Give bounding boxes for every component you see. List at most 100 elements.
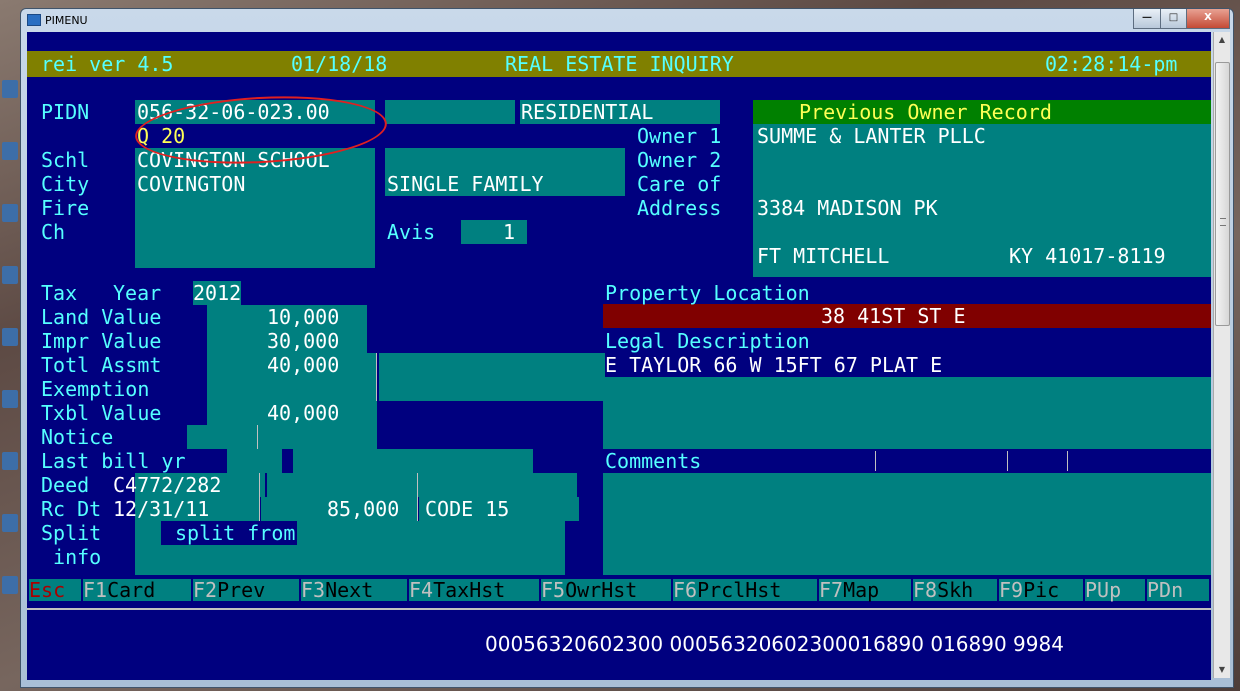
app-icon: [27, 14, 41, 26]
window-title: PIMENU: [45, 14, 88, 27]
land-label: Land Value: [41, 305, 162, 329]
function-key-bar: Esc F1Card F2Prev F3Next F4TaxHst F5OwrH…: [27, 577, 1211, 603]
pidn-suffix-field[interactable]: [385, 100, 515, 124]
f8-skh-key[interactable]: F8Skh: [913, 579, 997, 601]
last-bill-field-2[interactable]: [293, 449, 533, 473]
notice-field-2[interactable]: [257, 425, 377, 449]
property-class: RESIDENTIAL: [521, 100, 654, 124]
f8-action-label: Skh: [937, 578, 974, 602]
avis-label: Avis: [387, 220, 436, 244]
desktop-shortcut-icon[interactable]: [2, 576, 18, 594]
desktop-shortcut-icon[interactable]: [2, 328, 18, 346]
legal-description-box[interactable]: [603, 377, 1211, 449]
minimize-button[interactable]: —: [1133, 9, 1161, 29]
land-value: 10,000: [267, 305, 340, 329]
owner-state-zip: KY 41017-8119: [1009, 244, 1166, 268]
property-location-label: Property Location: [605, 281, 810, 305]
scroll-thumb[interactable]: [1215, 62, 1230, 326]
desktop-shortcut-icon[interactable]: [2, 514, 18, 532]
property-location: 38 41ST ST E: [821, 304, 966, 328]
f9-key-label: F9: [999, 578, 1024, 602]
scroll-down-icon[interactable]: ▼: [1214, 662, 1230, 678]
sale-code: CODE 15: [425, 497, 510, 521]
f4-taxhst-key[interactable]: F4TaxHst: [409, 579, 539, 601]
scroll-up-icon[interactable]: ▲: [1214, 32, 1230, 48]
close-button[interactable]: X: [1186, 9, 1230, 29]
f4-action-label: TaxHst: [433, 578, 506, 602]
vertical-scrollbar[interactable]: ▲ ▼: [1213, 32, 1230, 678]
deed-field-2[interactable]: [267, 473, 577, 497]
desktop-shortcut-icon[interactable]: [2, 452, 18, 470]
comments-box[interactable]: [603, 473, 1211, 575]
divider: [259, 473, 260, 497]
desktop-icon-strip: [0, 80, 20, 620]
f3-next-key[interactable]: F3Next: [301, 579, 407, 601]
desktop-shortcut-icon[interactable]: [2, 266, 18, 284]
totl-extra-box[interactable]: [379, 353, 605, 401]
esc-key[interactable]: Esc: [29, 579, 81, 601]
status-codes: 00056320602300 00056320602300016890 0168…: [485, 632, 1064, 656]
txbl-label: Txbl Value: [41, 401, 162, 425]
split-from-label: split from: [161, 521, 298, 545]
comments-label: Comments: [605, 449, 702, 473]
pup-key-label: PUp: [1085, 578, 1122, 602]
f4-key-label: F4: [409, 578, 434, 602]
ch-label: Ch: [41, 220, 66, 244]
f5-action-label: OwrHst: [565, 578, 638, 602]
screen-title: REAL ESTATE INQUIRY: [505, 52, 734, 76]
esc-key-label: Esc: [29, 578, 66, 602]
status-area: 00056320602300 00056320602300016890 0168…: [27, 608, 1211, 680]
split-label: Split: [41, 521, 102, 545]
notice-label: Notice: [41, 425, 114, 449]
address-label: Address: [637, 196, 722, 220]
school-label: Schl: [41, 148, 90, 172]
city-value: COVINGTON: [137, 172, 246, 196]
notice-field[interactable]: [187, 425, 257, 449]
owner1-value: SUMME & LANTER PLLC: [757, 124, 986, 148]
exemption-label: Exemption: [41, 377, 150, 401]
maximize-button[interactable]: □: [1160, 9, 1187, 29]
terminal-screen[interactable]: rei ver 4.5 01/18/18 REAL ESTATE INQUIRY…: [27, 32, 1211, 680]
f2-prev-key[interactable]: F2Prev: [193, 579, 299, 601]
impr-value: 30,000: [267, 329, 340, 353]
rc-date: 12/31/11: [113, 497, 210, 521]
f7-map-key[interactable]: F7Map: [819, 579, 911, 601]
impr-label: Impr Value: [41, 329, 162, 353]
f6-prclhst-key[interactable]: F6PrclHst: [673, 579, 817, 601]
pidn-label: PIDN: [41, 100, 90, 124]
avis-value: 1: [503, 220, 516, 244]
desktop-shortcut-icon[interactable]: [2, 80, 18, 98]
legal-description: E TAYLOR 66 W 15FT 67 PLAT E: [605, 353, 943, 377]
f2-action-label: Prev: [217, 578, 266, 602]
divider: [417, 473, 418, 521]
info-label: info: [41, 545, 102, 569]
tax-year[interactable]: 2012: [193, 281, 242, 305]
page-down-key[interactable]: PDn: [1147, 579, 1209, 601]
desktop-shortcut-icon[interactable]: [2, 142, 18, 160]
pdn-key-label: PDn: [1147, 578, 1184, 602]
owner2-label: Owner 2: [637, 148, 722, 172]
f9-pic-key[interactable]: F9Pic: [999, 579, 1083, 601]
txbl-value: 40,000: [267, 401, 340, 425]
last-bill-field[interactable]: [227, 449, 282, 473]
avis-field[interactable]: [461, 220, 527, 244]
header-time: 02:28:14-pm: [1045, 52, 1178, 76]
window-titlebar[interactable]: PIMENU — □ X: [21, 9, 1233, 31]
divider: [257, 425, 258, 449]
year-label: Year: [113, 281, 162, 305]
tax-label: Tax: [41, 281, 78, 305]
divider: [376, 353, 377, 401]
f1-card-key[interactable]: F1Card: [83, 579, 191, 601]
divider: [1007, 451, 1008, 471]
last-bill-label: Last bill yr: [41, 449, 186, 473]
f5-owrhst-key[interactable]: F5OwrHst: [541, 579, 671, 601]
app-window: PIMENU — □ X rei ver 4.5 01/18/18 REAL E…: [20, 8, 1234, 688]
page-up-key[interactable]: PUp: [1085, 579, 1145, 601]
legal-description-label: Legal Description: [605, 329, 810, 353]
f3-action-label: Next: [325, 578, 374, 602]
divider: [875, 451, 876, 471]
desktop-shortcut-icon[interactable]: [2, 204, 18, 222]
f7-action-label: Map: [843, 578, 880, 602]
f7-key-label: F7: [819, 578, 844, 602]
desktop-shortcut-icon[interactable]: [2, 390, 18, 408]
